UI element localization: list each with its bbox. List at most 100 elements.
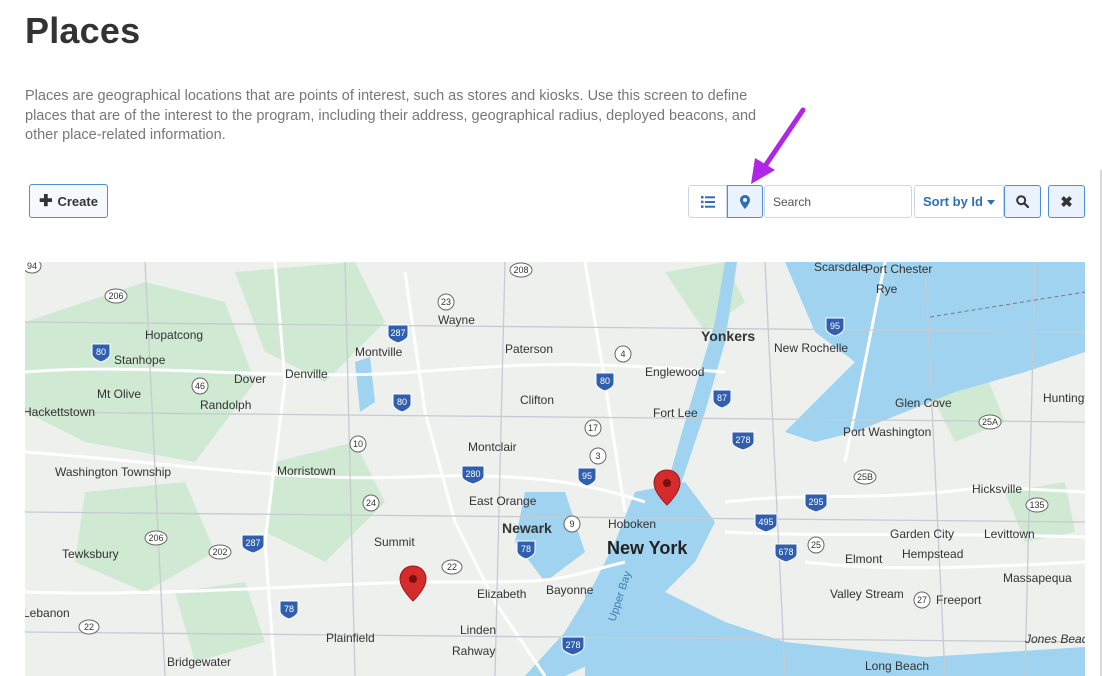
city-label: Scarsdale [814, 262, 868, 274]
city-label: Long Beach [865, 659, 929, 673]
svg-text:78: 78 [284, 604, 294, 614]
svg-text:25: 25 [811, 540, 821, 550]
places-map[interactable]: 94 206 208 23 287 95 80 4 80 46 80 87 10… [25, 262, 1085, 676]
city-label: Fort Lee [653, 406, 698, 420]
svg-text:22: 22 [84, 622, 94, 632]
city-label: Massapequa [1003, 571, 1072, 585]
city-label: Hopatcong [145, 328, 203, 342]
city-label: Mt Olive [97, 387, 141, 401]
city-label: Garden City [890, 527, 954, 541]
city-label: Freeport [936, 593, 982, 607]
city-label: Valley Stream [830, 587, 904, 601]
svg-text:24: 24 [366, 498, 376, 508]
svg-text:80: 80 [600, 376, 610, 386]
svg-text:206: 206 [148, 533, 163, 543]
svg-text:17: 17 [588, 423, 598, 433]
create-button[interactable]: ✚ Create [29, 184, 108, 218]
search-input[interactable] [764, 185, 912, 218]
city-label: Washington Township [55, 465, 171, 479]
caret-down-icon [986, 200, 995, 205]
city-label: Tewksbury [62, 547, 119, 561]
svg-text:678: 678 [778, 547, 793, 557]
city-label: Plainfield [326, 631, 375, 645]
city-label: Hempstead [902, 547, 963, 561]
city-label: Hicksville [972, 482, 1022, 496]
city-label: Montville [355, 345, 403, 359]
svg-text:206: 206 [108, 291, 123, 301]
svg-text:78: 78 [521, 544, 531, 554]
create-button-label: Create [57, 193, 98, 209]
city-label: Port Chester [865, 262, 932, 276]
svg-text:87: 87 [717, 393, 727, 403]
plus-icon: ✚ [39, 193, 53, 210]
city-label: Hoboken [608, 517, 656, 531]
svg-text:287: 287 [390, 328, 405, 338]
svg-text:95: 95 [582, 471, 592, 481]
city-label: Elizabeth [477, 587, 526, 601]
city-label: Stanhope [114, 353, 166, 367]
svg-text:278: 278 [735, 435, 750, 445]
svg-text:25A: 25A [982, 417, 998, 427]
map-canvas[interactable]: 94 206 208 23 287 95 80 4 80 46 80 87 10… [25, 262, 1085, 676]
city-label: Rye [876, 282, 898, 296]
city-label: Jones Beach Island [1024, 632, 1085, 646]
city-label: Paterson [505, 342, 553, 356]
city-label: Bayonne [546, 583, 594, 597]
svg-text:280: 280 [465, 469, 480, 479]
svg-text:4: 4 [620, 349, 625, 359]
city-label: New Rochelle [774, 341, 848, 355]
page-title: Places [25, 10, 141, 51]
clear-search-button[interactable]: ✖ [1048, 185, 1085, 218]
svg-text:80: 80 [397, 397, 407, 407]
city-label: Rahway [452, 644, 495, 658]
city-label: Glen Cove [895, 396, 952, 410]
city-label: Linden [460, 623, 496, 637]
svg-text:208: 208 [513, 265, 528, 275]
map-view-button[interactable] [727, 185, 763, 218]
city-label: Hackettstown [25, 405, 95, 419]
svg-text:202: 202 [212, 547, 227, 557]
city-label: Newark [502, 520, 552, 536]
svg-text:495: 495 [758, 517, 773, 527]
city-label: Wayne [438, 313, 475, 327]
list-icon [700, 195, 715, 208]
city-label: New York [607, 538, 688, 558]
city-label: Levittown [984, 527, 1035, 541]
svg-text:95: 95 [830, 321, 840, 331]
city-label: Lebanon [25, 606, 70, 620]
svg-text:135: 135 [1029, 500, 1044, 510]
svg-text:278: 278 [565, 640, 580, 650]
page-description: Places are geographical locations that a… [25, 88, 757, 143]
svg-text:3: 3 [595, 451, 600, 461]
city-label: Huntington [1043, 391, 1085, 405]
svg-text:23: 23 [441, 297, 451, 307]
city-label: East Orange [469, 494, 537, 508]
sort-dropdown[interactable]: Sort by Id [914, 185, 1004, 218]
city-label: Yonkers [701, 328, 755, 344]
city-label: Montclair [468, 440, 517, 454]
sort-dropdown-label: Sort by Id [923, 194, 983, 209]
svg-text:22: 22 [447, 562, 457, 572]
svg-text:46: 46 [195, 381, 205, 391]
city-label: Clifton [520, 393, 554, 407]
city-label: Morristown [277, 464, 336, 478]
city-label: Summit [374, 535, 415, 549]
city-label: Bridgewater [167, 655, 231, 669]
city-label: Englewood [645, 365, 704, 379]
city-label: Randolph [200, 398, 251, 412]
city-label: Elmont [845, 552, 883, 566]
svg-text:25B: 25B [857, 472, 873, 482]
search-button[interactable] [1004, 185, 1041, 218]
svg-text:295: 295 [808, 497, 823, 507]
map-marker-icon [740, 194, 750, 209]
svg-text:94: 94 [27, 262, 37, 271]
annotation-arrow [751, 107, 806, 184]
close-icon: ✖ [1060, 193, 1073, 211]
svg-text:9: 9 [569, 519, 574, 529]
svg-text:27: 27 [917, 595, 927, 605]
svg-text:10: 10 [353, 439, 363, 449]
svg-text:287: 287 [245, 538, 260, 548]
list-view-button[interactable] [688, 185, 727, 218]
search-icon [1016, 195, 1029, 208]
svg-text:80: 80 [96, 347, 106, 357]
